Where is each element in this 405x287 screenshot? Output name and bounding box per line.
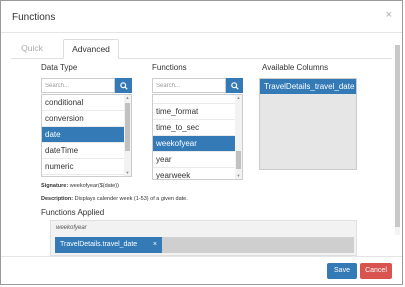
data-type-list: conditional conversion date dateTime num… [41, 94, 132, 177]
tab-bar: Quick Advanced [11, 39, 392, 59]
scroll-thumb[interactable] [236, 151, 241, 169]
cancel-button[interactable]: Cancel [360, 263, 392, 279]
functions-search [152, 78, 243, 93]
search-icon [230, 81, 239, 90]
scroll-up-icon[interactable]: ▲ [124, 95, 131, 101]
scroll-down-icon[interactable]: ▼ [235, 173, 242, 179]
search-icon [119, 81, 128, 90]
list-item[interactable]: dateTime [42, 143, 124, 159]
data-type-search [41, 78, 132, 93]
functions-search-button[interactable] [226, 78, 243, 93]
dialog-scrollbar[interactable] [395, 45, 400, 235]
functions-dialog: Functions × Quick Advanced Data Type con… [0, 0, 403, 285]
remove-chip-icon[interactable]: × [153, 237, 157, 253]
scroll-down-icon[interactable]: ▼ [124, 170, 131, 176]
functions-applied-label: Functions Applied [41, 208, 105, 217]
signature-line: Signature: weekofyear($(date)) [41, 183, 119, 189]
close-icon[interactable]: × [386, 9, 392, 21]
available-columns-label: Available Columns [262, 63, 329, 72]
dialog-title: Functions [12, 12, 56, 23]
list-item[interactable]: time_to_sec [153, 120, 235, 136]
description-line: Description: Displays calender week (1-5… [41, 196, 188, 202]
data-type-scrollbar[interactable]: ▲ ▼ [124, 95, 131, 176]
functions-label: Functions [152, 63, 187, 72]
tab-quick[interactable]: Quick [13, 39, 51, 58]
available-columns-list: TravelDetails_travel_date [259, 78, 357, 170]
column-item[interactable]: TravelDetails_travel_date [260, 79, 356, 94]
chip-label: TravelDetails.travel_date [60, 241, 138, 248]
functions-list: time_format time_to_sec weekofyear year … [152, 94, 243, 180]
functions-applied-box: weekofyear TravelDetails.travel_date × [50, 220, 357, 256]
scroll-up-icon[interactable]: ▲ [235, 95, 242, 101]
footer-divider [1, 256, 402, 257]
list-item-selected[interactable]: weekofyear [153, 136, 235, 152]
list-item-selected[interactable]: date [42, 127, 124, 143]
list-item-partial[interactable] [153, 95, 235, 104]
list-item[interactable]: yearweek [153, 168, 235, 179]
applied-argument-row: TravelDetails.travel_date × [55, 237, 354, 253]
list-item[interactable]: time_format [153, 104, 235, 120]
save-button[interactable]: Save [327, 263, 357, 279]
signature-value: weekofyear($(date)) [69, 183, 119, 189]
functions-scrollbar[interactable]: ▲ ▼ [235, 95, 242, 179]
list-item[interactable]: numeric [42, 159, 124, 175]
dialog-scroll-thumb[interactable] [395, 45, 400, 227]
list-item[interactable]: conditional [42, 95, 124, 111]
header-divider [1, 32, 402, 33]
data-type-search-input[interactable] [41, 78, 115, 93]
list-item[interactable]: conversion [42, 111, 124, 127]
signature-label: Signature: [41, 183, 69, 189]
list-item[interactable]: year [153, 152, 235, 168]
data-type-label: Data Type [41, 63, 78, 72]
description-value: Displays calender week (1-53) of a given… [74, 196, 188, 202]
scroll-thumb[interactable] [125, 103, 130, 151]
applied-column-chip[interactable]: TravelDetails.travel_date × [55, 237, 162, 253]
functions-search-input[interactable] [152, 78, 226, 93]
description-label: Description: [41, 196, 74, 202]
applied-function-name: weekofyear [56, 225, 87, 231]
tab-advanced[interactable]: Advanced [63, 39, 119, 59]
data-type-search-button[interactable] [115, 78, 132, 93]
